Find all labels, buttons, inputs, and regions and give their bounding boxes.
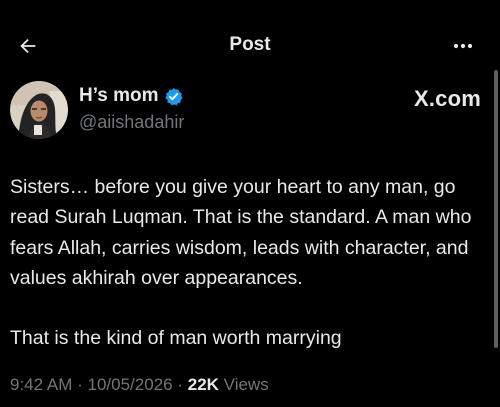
tweet-meta: 9:42 AM · 10/05/2026 · 22K Views bbox=[10, 375, 269, 395]
tweet-paragraph: Sisters… before you give your heart to a… bbox=[10, 176, 472, 289]
meta-separator: · bbox=[177, 375, 184, 394]
tweet-time[interactable]: 9:42 AM bbox=[10, 375, 72, 394]
tweet-date[interactable]: 10/05/2026 bbox=[88, 375, 173, 394]
views-count[interactable]: 22K bbox=[188, 375, 219, 394]
page-title: Post bbox=[229, 34, 271, 55]
views-label: Views bbox=[223, 375, 269, 394]
avatar[interactable] bbox=[10, 81, 68, 139]
avatar-photo-hijab-icon bbox=[10, 81, 68, 139]
source-label: X.com bbox=[413, 86, 481, 111]
author-handle[interactable]: @aiishadahir bbox=[79, 112, 184, 133]
more-options-button[interactable] bbox=[448, 32, 478, 60]
scrollbar[interactable] bbox=[494, 70, 498, 348]
author-name-text: H’s mom bbox=[79, 85, 159, 106]
meta-separator: · bbox=[77, 375, 83, 394]
author-display-name[interactable]: H’s mom bbox=[79, 85, 183, 107]
more-horizontal-icon bbox=[453, 43, 473, 49]
verified-badge-icon[interactable] bbox=[164, 87, 183, 106]
tweet-paragraph: That is the kind of man worth marrying bbox=[10, 327, 342, 350]
tweet-text: Sisters… before you give your heart to a… bbox=[10, 172, 488, 353]
post-header: Post bbox=[0, 0, 500, 90]
